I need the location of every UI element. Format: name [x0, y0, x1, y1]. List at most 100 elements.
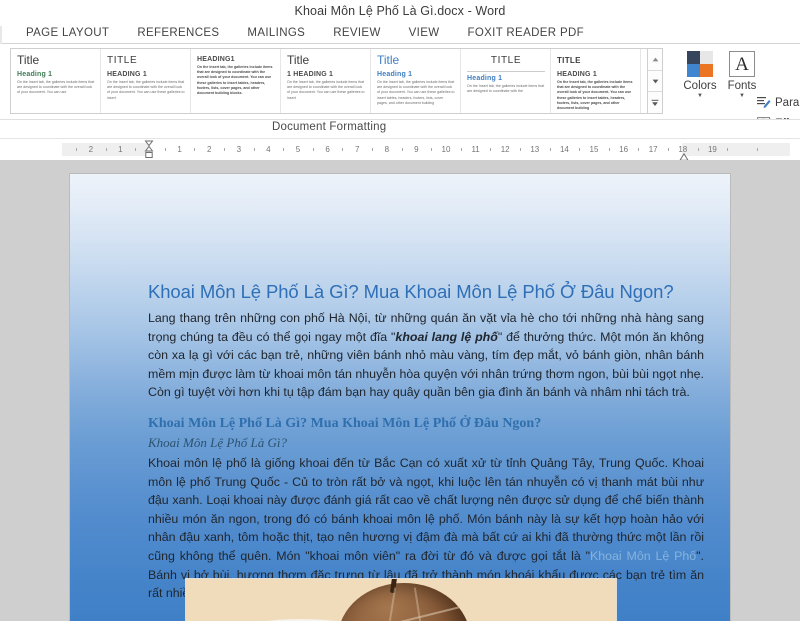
ruler-tick [312, 148, 314, 151]
ruler-tick [76, 148, 77, 151]
document-page[interactable]: Khoai Môn Lệ Phố Là Gì? Mua Khoai Môn Lệ… [70, 174, 730, 621]
ruler-tick [697, 148, 699, 151]
ruler-label: 12 [500, 145, 510, 154]
ruler-label: 6 [325, 145, 330, 154]
style-gallery-scrollbar[interactable] [648, 48, 663, 114]
tab-foxit-reader-pdf[interactable]: FOXIT READER PDF [453, 22, 598, 44]
document-heading-3: Khoai Môn Lệ Phố Là Gì? [148, 434, 288, 450]
document-hyperlink[interactable]: Khoai Môn Lệ Phố [590, 549, 696, 563]
style-thumb-title: TITLE [107, 55, 138, 66]
theme-fonts-icon: A [729, 51, 755, 77]
style-set-thumbnail[interactable]: HEADING1 On the Insert tab, the gallerie… [191, 49, 281, 113]
ribbon-tab-strip: PAGE LAYOUT REFERENCES MAILINGS REVIEW V… [0, 21, 800, 44]
style-thumb-body: On the Insert tab, the galleries include… [467, 84, 545, 94]
window-title: Khoai Môn Lệ Phố Là Gì.docx - Word [294, 3, 506, 18]
style-thumb-body: On the Insert tab, the galleries include… [107, 80, 185, 100]
ruler-label: 1 [177, 145, 182, 154]
ruler-label: 3 [236, 145, 242, 154]
ruler-label: 8 [384, 145, 390, 154]
document-text-body[interactable]: Khoai Môn Lệ Phố Là Gì? Mua Khoai Môn Lệ… [148, 280, 704, 615]
tab-view[interactable]: VIEW [395, 22, 454, 44]
theme-colors-label: Colors [683, 80, 717, 92]
style-thumb-body: On the Insert tab, the galleries include… [557, 80, 633, 111]
ribbon-group-label-row: Document Formatting [0, 120, 800, 138]
style-thumb-title: Title [287, 54, 310, 67]
ruler-tick [105, 148, 107, 151]
ruler-label: 10 [441, 145, 451, 154]
horizontal-ruler[interactable]: 2 1 1 2 3 4 5 6 7 8 9 10 11 12 13 14 15 16 17 18 19 [0, 138, 800, 161]
ruler-tick [164, 148, 166, 151]
style-set-thumbnail[interactable]: Title Heading 1 On the Insert tab, the g… [371, 49, 461, 113]
paragraph-1-emphasis: khoai lang lệ phố [395, 329, 498, 344]
document-heading-2: Khoai Môn Lệ Phố Là Gì? Mua Khoai Môn Lệ… [148, 415, 542, 431]
ruler-tick [727, 148, 729, 151]
style-set-thumbnail[interactable]: Title 1 HEADING 1 On the Insert tab, the… [281, 49, 371, 113]
style-set-thumbnail[interactable]: TITLE HEADING 1 On the Insert tab, the g… [101, 49, 191, 113]
style-thumb-heading: HEADING1 [197, 56, 235, 63]
ruler-tick [253, 148, 255, 151]
ruler-label: 7 [354, 145, 360, 154]
document-paragraph-1: Lang thang trên những con phố Hà Nội, từ… [148, 309, 704, 402]
ruler-tick [342, 148, 344, 151]
ruler-label: 5 [295, 145, 301, 154]
ruler-label: 2 [206, 145, 212, 154]
style-thumb-heading: HEADING 1 [557, 71, 597, 78]
ruler-tick [668, 148, 669, 151]
style-set-thumbnail[interactable]: TITLE HEADING 1 On the Insert tab, the g… [551, 49, 641, 113]
ruler-label: 13 [530, 145, 540, 154]
title-bar: Khoai Môn Lệ Phố Là Gì.docx - Word [0, 0, 800, 21]
style-thumb-title: TITLE [490, 55, 522, 66]
ruler-label: 4 [266, 145, 271, 154]
document-formatting-group-label: Document Formatting [272, 121, 387, 133]
ruler-tick [490, 148, 492, 151]
ruler-tick [283, 148, 285, 151]
ruler-tick [372, 148, 373, 151]
tab-mailings[interactable]: MAILINGS [233, 22, 319, 44]
style-set-gallery[interactable]: Title Heading 1 On the Insert tab, the g… [10, 48, 648, 114]
taro-photo [338, 583, 470, 621]
ribbon: Title Heading 1 On the Insert tab, the g… [0, 44, 800, 151]
scroll-up-icon[interactable] [648, 49, 662, 71]
theme-fonts-label: Fonts [727, 80, 757, 92]
scroll-down-icon[interactable] [648, 71, 662, 93]
paragraph-spacing-icon [756, 95, 771, 110]
ruler-tick [401, 148, 403, 151]
style-thumb-body: On the Insert tab, the galleries include… [197, 65, 273, 96]
ruler-tick [460, 148, 462, 151]
style-set-thumbnail[interactable]: Title Heading 1 On the Insert tab, the g… [11, 49, 101, 113]
ruler-label: 17 [648, 145, 658, 154]
style-thumb-heading: Heading 1 [17, 71, 53, 78]
ruler-tick [756, 148, 758, 151]
style-thumb-title: Title [377, 54, 400, 67]
style-thumb-rule [467, 71, 545, 72]
document-image[interactable] [185, 578, 617, 621]
tab-review[interactable]: REVIEW [319, 22, 394, 44]
right-indent-marker[interactable] [679, 148, 689, 161]
ruler-label: 19 [707, 145, 717, 154]
left-indent-marker[interactable] [144, 140, 154, 160]
ruler-label: 9 [414, 145, 419, 154]
style-set-thumbnail[interactable]: TITLE Heading 1 On the Insert tab, the g… [461, 49, 551, 113]
ruler-tick [520, 148, 521, 151]
word-window: Khoai Môn Lệ Phố Là Gì.docx - Word PAGE … [0, 0, 800, 621]
ruler-tick [431, 148, 433, 151]
chevron-down-icon[interactable]: ▼ [739, 93, 745, 99]
style-thumb-title: Title [17, 54, 40, 67]
ruler-label: 16 [619, 145, 629, 154]
document-canvas[interactable]: Khoai Môn Lệ Phố Là Gì? Mua Khoai Môn Lệ… [0, 160, 800, 621]
tab-page-layout[interactable]: PAGE LAYOUT [22, 22, 123, 44]
ruler-label: 1 [118, 145, 123, 154]
tab-references[interactable]: REFERENCES [123, 22, 233, 44]
theme-colors-icon [687, 51, 713, 77]
style-thumb-body: On the Insert tab, the galleries include… [377, 80, 455, 105]
ruler-tick [638, 148, 640, 151]
paragraph-spacing-label: Para [775, 96, 800, 109]
style-thumb-body: On the Insert tab, the galleries include… [17, 80, 95, 95]
ruler-label: 11 [471, 145, 480, 154]
chevron-down-icon[interactable]: ▼ [697, 93, 703, 99]
paragraph-spacing-button[interactable]: Para [756, 92, 800, 113]
style-thumb-heading: HEADING 1 [107, 71, 147, 78]
ruler-tick [579, 148, 581, 151]
style-set-thumbnail[interactable]: Title Heading 1 On the Insert tab, the g… [641, 49, 647, 113]
more-styles-icon[interactable] [648, 92, 662, 113]
